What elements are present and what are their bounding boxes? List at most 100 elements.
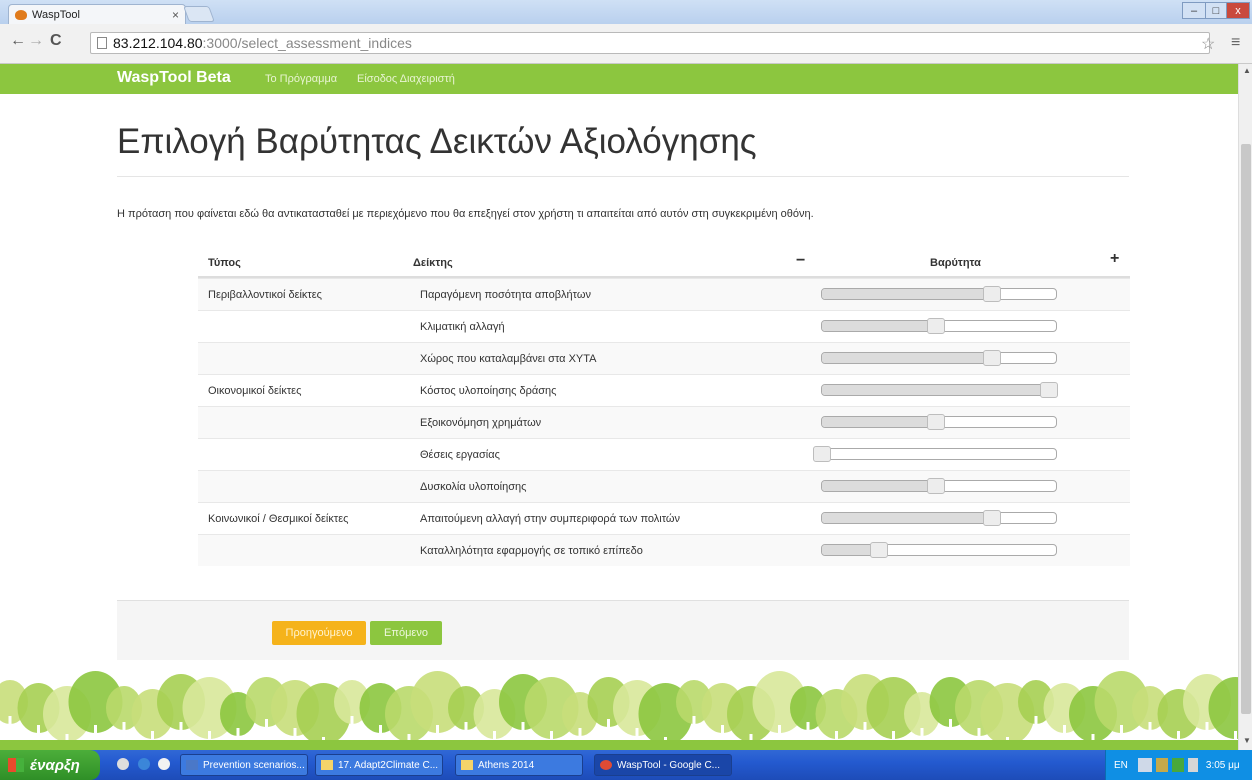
- tab-title: WaspTool: [32, 8, 80, 21]
- header-type: Τύπος: [208, 257, 241, 269]
- slider-handle[interactable]: [983, 510, 1001, 526]
- nav-link-admin-login[interactable]: Είσοδος Διαχειριστή: [357, 73, 455, 85]
- page-icon: [97, 37, 107, 49]
- word-doc-icon: [186, 760, 198, 770]
- slider-handle[interactable]: [1040, 382, 1058, 398]
- page-viewport: WaspTool Beta Το Πρόγραμμα Είσοδος Διαχε…: [0, 64, 1238, 750]
- trees-decoration: [0, 671, 1238, 750]
- weight-slider[interactable]: [821, 478, 1057, 494]
- chrome-icon: [600, 760, 612, 770]
- taskbar-item-label: Prevention scenarios...: [203, 759, 305, 771]
- table-row: Περιβαλλοντικοί δείκτες Παραγόμενη ποσότη…: [198, 278, 1130, 310]
- browser-titlebar: WaspTool × – □ x: [0, 0, 1252, 24]
- indices-table: Τύπος Δείκτης − Βαρύτητα + Περιβαλλοντικ…: [198, 246, 1130, 566]
- plus-icon: +: [1110, 250, 1120, 267]
- slider-fill: [822, 321, 936, 331]
- slider-handle[interactable]: [927, 318, 945, 334]
- bookmark-star-icon[interactable]: ☆: [1201, 34, 1215, 54]
- header-indicator: Δείκτης: [413, 257, 453, 269]
- table-row: Οικονομικοί δείκτες Κόστος υλοποίησης δρά…: [198, 374, 1130, 406]
- cell-indicator: Απαιτούμενη αλλαγή στην συμπεριφορά των …: [420, 513, 681, 525]
- slider-fill: [822, 289, 992, 299]
- cell-indicator: Παραγόμενη ποσότητα αποβλήτων: [420, 289, 591, 301]
- close-window-button[interactable]: x: [1226, 2, 1250, 19]
- start-button[interactable]: έναρξη: [0, 750, 100, 780]
- weight-slider[interactable]: [821, 318, 1057, 334]
- quicklaunch-chrome-icon[interactable]: [117, 758, 129, 770]
- next-button[interactable]: Επόμενο: [370, 621, 442, 645]
- weight-slider[interactable]: [821, 286, 1057, 302]
- reload-icon[interactable]: C: [50, 32, 62, 50]
- slider-handle[interactable]: [870, 542, 888, 558]
- tab-close-icon[interactable]: ×: [172, 8, 179, 22]
- table-row: Κοινωνικοί / Θεσμικοί δείκτες Απαιτούμενη…: [198, 502, 1130, 534]
- slider-fill: [822, 417, 936, 427]
- weight-slider[interactable]: [821, 542, 1057, 558]
- folder-icon: [321, 760, 333, 770]
- new-tab-button[interactable]: [183, 6, 215, 22]
- weight-slider[interactable]: [821, 382, 1058, 398]
- table-row: Δυσκολία υλοποίησης: [198, 470, 1130, 502]
- back-arrow-icon[interactable]: ←: [10, 32, 26, 50]
- taskbar-item-label: Athens 2014: [478, 759, 535, 771]
- forward-arrow-icon[interactable]: →: [28, 32, 44, 50]
- taskbar-item-folder-adapt2climate[interactable]: 17. Adapt2Climate C...: [315, 754, 443, 776]
- table-header: Τύπος Δείκτης − Βαρύτητα +: [198, 246, 1130, 278]
- scroll-down-icon[interactable]: ▼: [1243, 736, 1251, 745]
- scroll-up-icon[interactable]: ▲: [1243, 66, 1251, 75]
- start-label: έναρξη: [30, 756, 80, 774]
- url-path: :3000/select_assessment_indices: [202, 35, 412, 51]
- taskbar-item-folder-athens[interactable]: Athens 2014: [455, 754, 583, 776]
- slider-fill: [822, 481, 936, 491]
- weight-slider[interactable]: [821, 510, 1057, 526]
- previous-button[interactable]: Προηγούμενο: [272, 621, 366, 645]
- language-indicator[interactable]: EN: [1114, 760, 1128, 771]
- browser-menu-icon[interactable]: ≡: [1231, 34, 1240, 52]
- cell-indicator: Εξοικονόμηση χρημάτων: [420, 417, 542, 429]
- address-bar[interactable]: 83.212.104.80:3000/select_assessment_ind…: [90, 32, 1210, 54]
- scroll-thumb[interactable]: [1241, 144, 1251, 714]
- weight-slider[interactable]: [821, 350, 1057, 366]
- table-row: Κλιματική αλλαγή: [198, 310, 1130, 342]
- windows-taskbar: έναρξη Prevention scenarios... 17. Adapt…: [0, 750, 1252, 780]
- cell-type: Κοινωνικοί / Θεσμικοί δείκτες: [208, 513, 349, 525]
- table-row: Εξοικονόμηση χρημάτων: [198, 406, 1130, 438]
- minimize-button[interactable]: –: [1182, 2, 1206, 19]
- cell-indicator: Καταλληλότητα εφαρμογής σε τοπικό επίπεδ…: [420, 545, 643, 557]
- slider-handle[interactable]: [983, 350, 1001, 366]
- browser-toolbar: ← → C 83.212.104.80:3000/select_assessme…: [0, 24, 1252, 64]
- cell-type: Περιβαλλοντικοί δείκτες: [208, 289, 322, 301]
- tray-icons[interactable]: [1137, 758, 1198, 772]
- table-row: Θέσεις εργασίας: [198, 438, 1130, 470]
- taskbar-item-label: 17. Adapt2Climate C...: [338, 759, 439, 771]
- taskbar-item-word[interactable]: Prevention scenarios...: [180, 754, 308, 776]
- table-row: Καταλληλότητα εφαρμογής σε τοπικό επίπεδ…: [198, 534, 1130, 566]
- intro-text: Η πρόταση που φαίνεται εδώ θα αντικαταστ…: [117, 208, 814, 220]
- windows-logo-icon: [8, 758, 24, 772]
- weight-slider[interactable]: [813, 446, 1057, 462]
- table-row: Χώρος που καταλαμβάνει στα ΧΥΤΑ: [198, 342, 1130, 374]
- quicklaunch-media-icon[interactable]: [158, 758, 170, 770]
- slider-fill: [822, 513, 992, 523]
- cell-indicator: Κλιματική αλλαγή: [420, 321, 505, 333]
- taskbar-item-chrome[interactable]: WaspTool - Google C...: [594, 754, 732, 776]
- cell-indicator: Δυσκολία υλοποίησης: [420, 481, 527, 493]
- slider-handle[interactable]: [927, 414, 945, 430]
- page-title: Επιλογή Βαρύτητας Δεικτών Αξιολόγησης: [117, 122, 757, 161]
- slider-handle[interactable]: [813, 446, 831, 462]
- page-scrollbar[interactable]: ▲ ▼: [1238, 64, 1252, 750]
- brand-link[interactable]: WaspTool Beta: [117, 69, 231, 87]
- nav-link-program[interactable]: Το Πρόγραμμα: [265, 73, 337, 85]
- form-actions: Προηγούμενο Επόμενο: [117, 600, 1129, 660]
- slider-handle[interactable]: [983, 286, 1001, 302]
- maximize-button[interactable]: □: [1205, 2, 1227, 19]
- header-weight: Βαρύτητα: [930, 257, 981, 269]
- slider-fill: [822, 385, 1049, 395]
- site-navbar: WaspTool Beta Το Πρόγραμμα Είσοδος Διαχε…: [0, 64, 1238, 94]
- browser-tab[interactable]: WaspTool ×: [8, 4, 186, 24]
- weight-slider[interactable]: [821, 414, 1057, 430]
- quicklaunch-ie-icon[interactable]: [138, 758, 150, 770]
- title-divider: [117, 176, 1129, 177]
- taskbar-item-label: WaspTool - Google C...: [617, 759, 721, 771]
- slider-handle[interactable]: [927, 478, 945, 494]
